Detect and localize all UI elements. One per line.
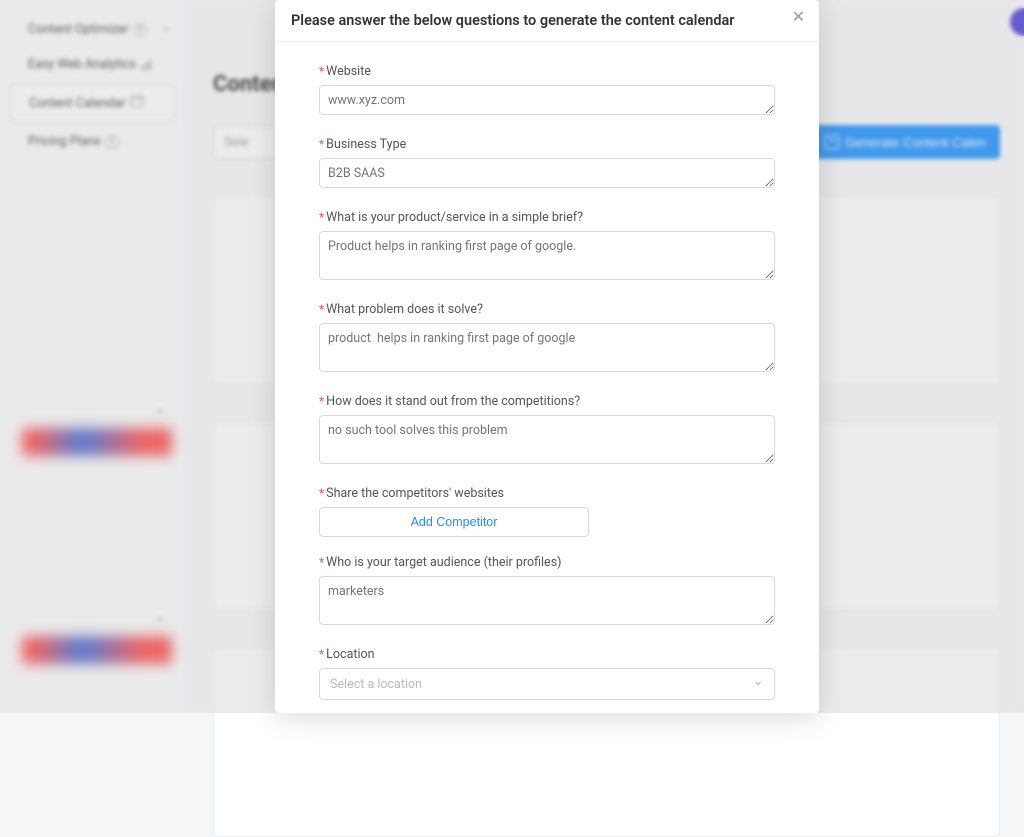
field-label: *Location <box>319 647 775 662</box>
field-label: *Business Type <box>319 137 775 152</box>
field-location: *Location Select a location <box>319 647 775 700</box>
field-product-brief: *What is your product/service in a simpl… <box>319 210 775 284</box>
modal-header: Please answer the below questions to gen… <box>275 0 819 42</box>
standout-input[interactable] <box>319 415 775 464</box>
problem-input[interactable] <box>319 323 775 372</box>
generate-calendar-modal: Please answer the below questions to gen… <box>275 0 819 713</box>
field-website: *Website <box>319 64 775 119</box>
field-label: *Share the competitors' websites <box>319 486 775 501</box>
audience-input[interactable] <box>319 576 775 625</box>
close-icon: ✕ <box>792 9 805 26</box>
select-placeholder: Select a location <box>330 677 422 692</box>
website-input[interactable] <box>319 85 775 115</box>
field-audience: *Who is your target audience (their prof… <box>319 555 775 629</box>
field-label: *Who is your target audience (their prof… <box>319 555 775 570</box>
field-label: *Website <box>319 64 775 79</box>
field-label: *How does it stand out from the competit… <box>319 394 775 409</box>
business-type-input[interactable] <box>319 158 775 188</box>
field-competitors: *Share the competitors' websites Add Com… <box>319 486 775 537</box>
field-standout: *How does it stand out from the competit… <box>319 394 775 468</box>
location-select[interactable]: Select a location <box>319 668 775 700</box>
field-problem: *What problem does it solve? <box>319 302 775 376</box>
field-business-type: *Business Type <box>319 137 775 192</box>
field-label: *What is your product/service in a simpl… <box>319 210 775 225</box>
modal-body: *Website *Business Type *What is your pr… <box>275 42 819 713</box>
field-label: *What problem does it solve? <box>319 302 775 317</box>
close-button[interactable]: ✕ <box>792 10 805 26</box>
add-competitor-button[interactable]: Add Competitor <box>319 507 589 537</box>
modal-title: Please answer the below questions to gen… <box>291 12 775 29</box>
product-brief-input[interactable] <box>319 231 775 280</box>
